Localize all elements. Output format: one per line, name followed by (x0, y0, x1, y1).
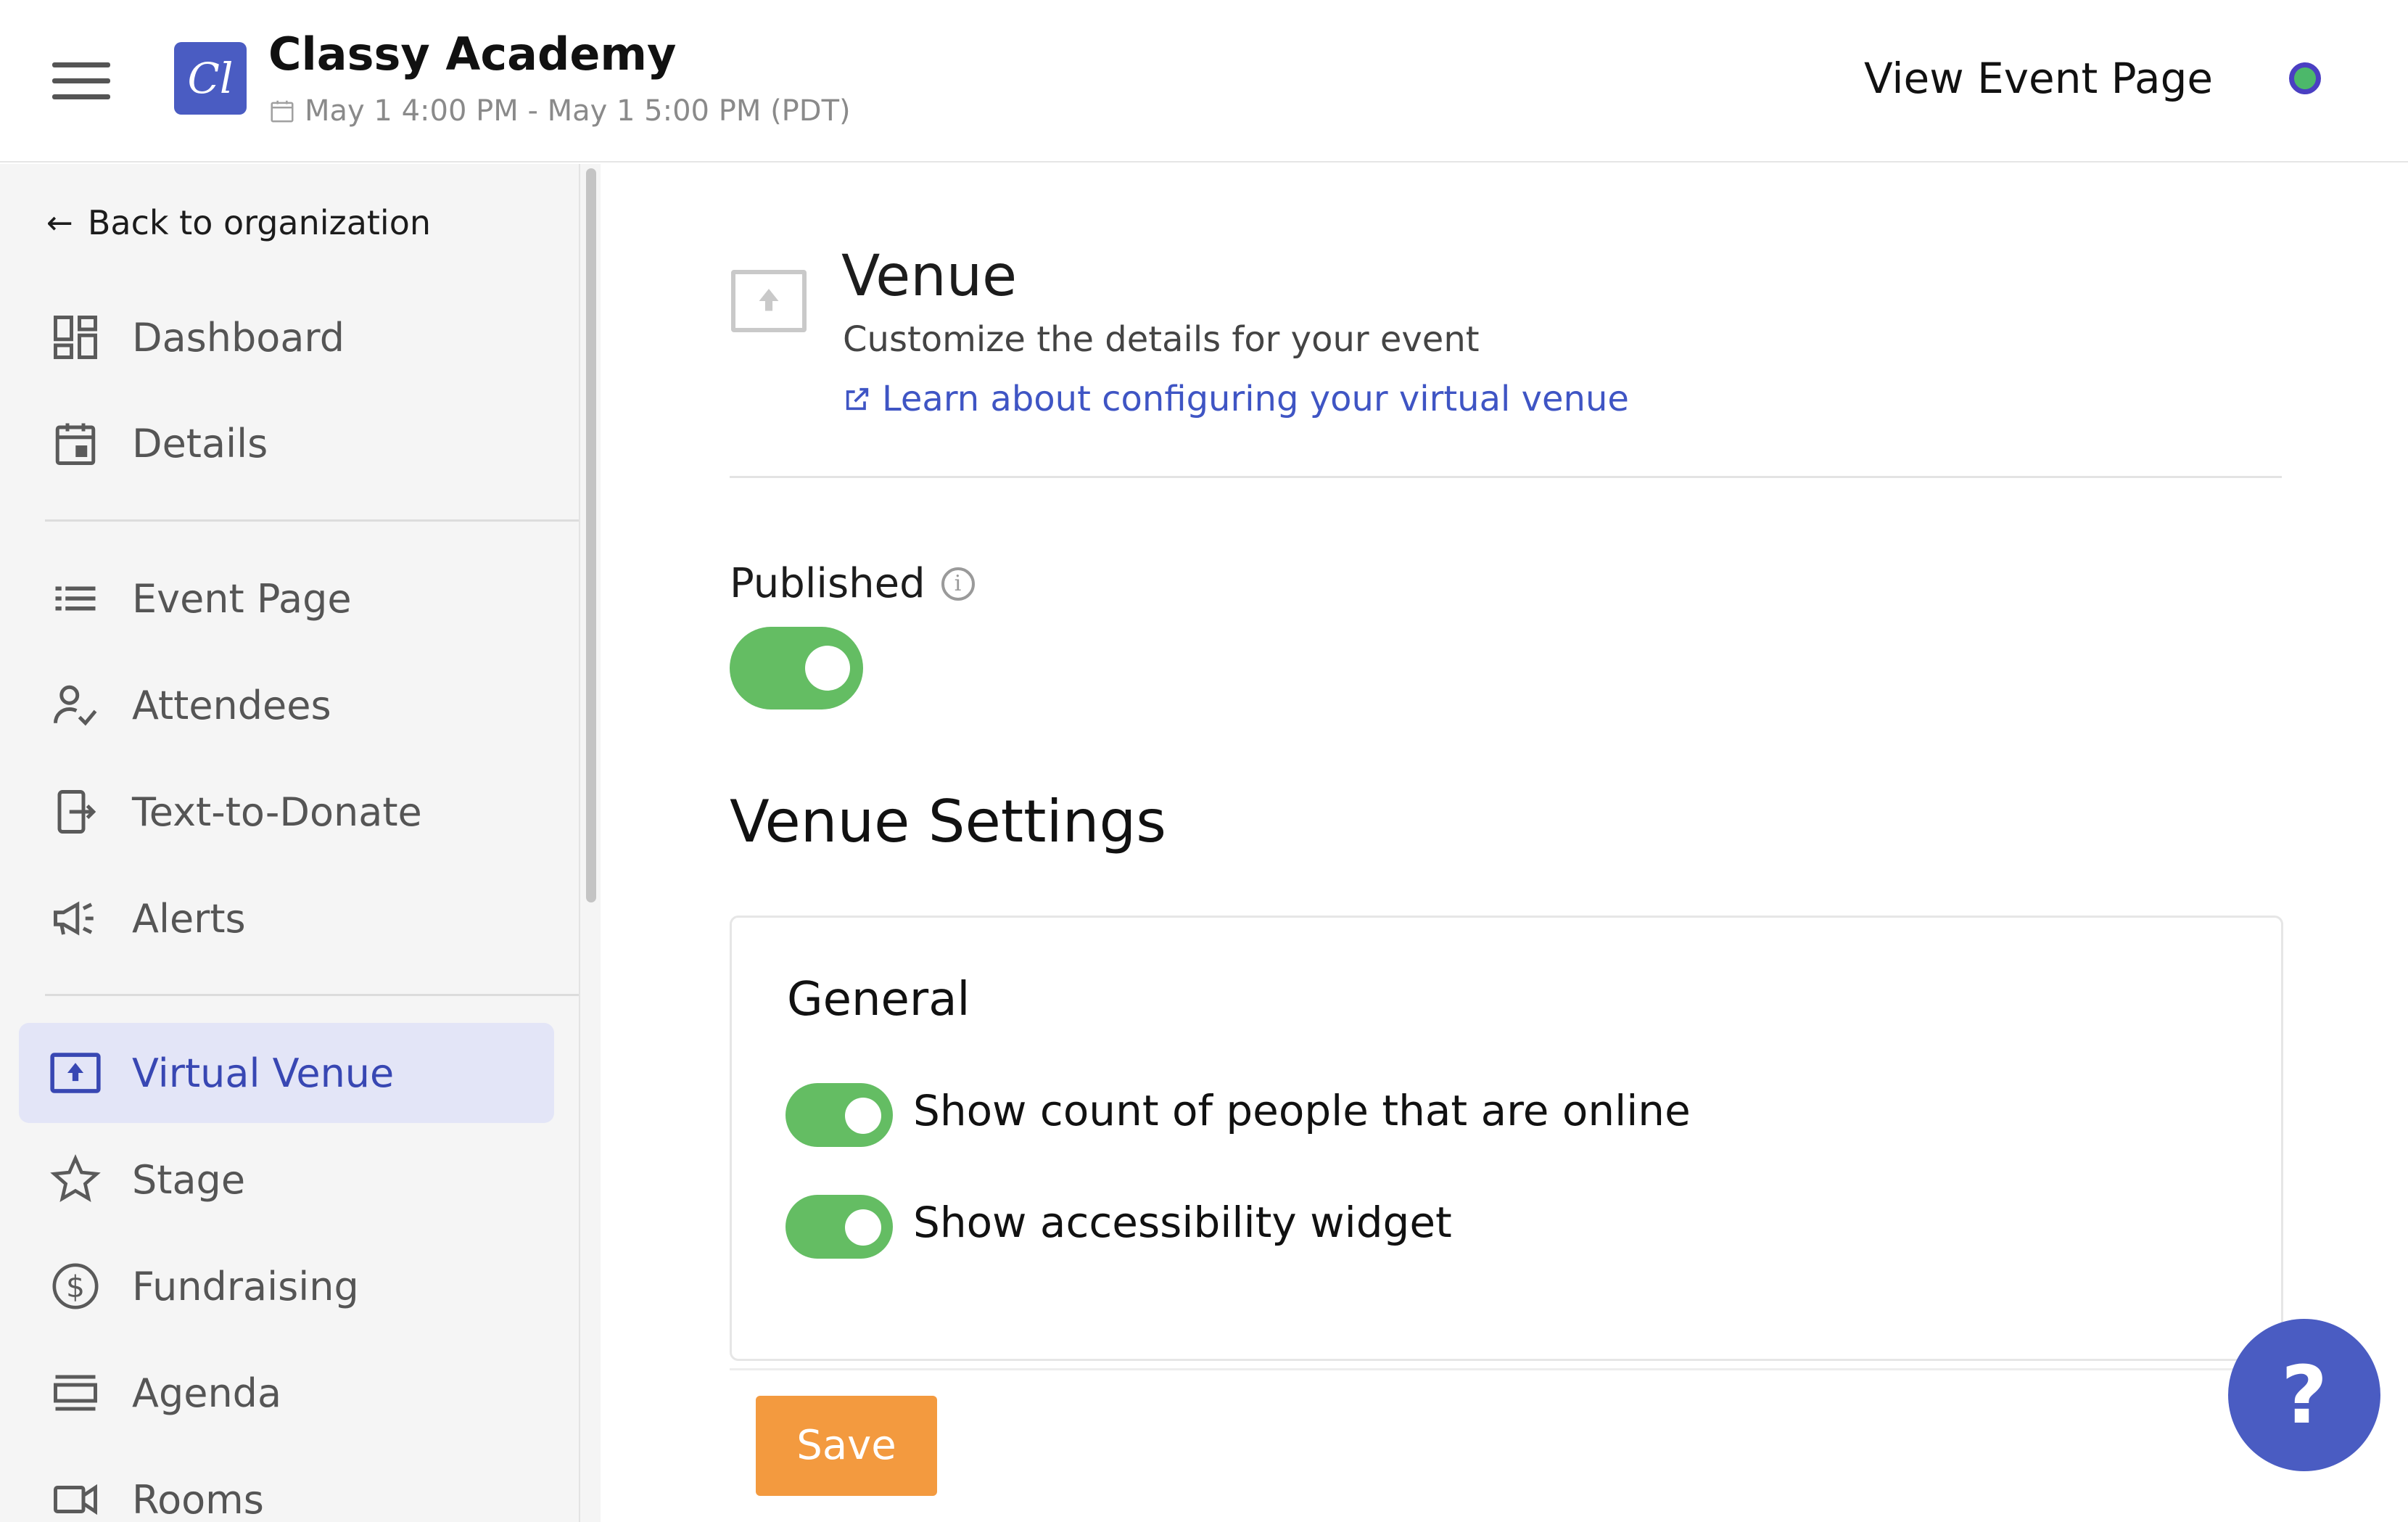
sidebar-item-virtual-venue[interactable]: Virtual Venue (19, 1023, 554, 1123)
sidebar-item-rooms[interactable]: Rooms (19, 1449, 554, 1522)
toggle-knob (805, 646, 850, 691)
sidebar-item-label: Text-to-Donate (132, 789, 422, 835)
toggle-knob (845, 1209, 881, 1246)
megaphone-icon (49, 892, 102, 945)
general-heading: General (787, 973, 970, 1027)
sidebar-item-label: Details (132, 420, 268, 466)
dollar-icon: $ (49, 1260, 102, 1312)
sidebar-item-stage[interactable]: Stage (19, 1130, 554, 1230)
sidebar-item-label: Rooms (132, 1476, 264, 1522)
calendar-small-icon (271, 100, 294, 123)
info-icon[interactable]: i (941, 567, 975, 601)
sidebar-item-event-page[interactable]: Event Page (19, 548, 554, 649)
sidebar: ← Back to organization Dashboard Details… (0, 164, 580, 1522)
venue-settings-heading: Venue Settings (730, 788, 1166, 855)
venue-upload-icon (731, 270, 807, 332)
video-camera-icon (49, 1473, 102, 1522)
sidebar-item-label: Alerts (132, 895, 246, 942)
sidebar-item-label: Event Page (132, 575, 352, 622)
help-button[interactable]: ? (2228, 1319, 2380, 1471)
published-label: Published i (730, 560, 975, 607)
sidebar-item-label: Attendees (132, 682, 331, 728)
sidebar-item-label: Agenda (132, 1370, 282, 1416)
online-count-label: Show count of people that are online (913, 1086, 1691, 1135)
page-title: Venue (841, 244, 1018, 309)
save-button[interactable]: Save (756, 1396, 937, 1496)
list-icon (49, 572, 102, 625)
dashboard-icon (49, 311, 102, 363)
status-indicator-icon (2289, 62, 2321, 94)
upload-screen-icon (49, 1047, 102, 1099)
svg-text:$: $ (66, 1270, 85, 1304)
sidebar-item-label: Virtual Venue (132, 1050, 395, 1096)
learn-more-link[interactable]: Learn about configuring your virtual ven… (843, 379, 1629, 419)
learn-more-text: Learn about configuring your virtual ven… (882, 379, 1629, 419)
back-to-organization-link[interactable]: ← Back to organization (46, 203, 431, 242)
sidebar-scrollbar-thumb[interactable] (586, 168, 596, 902)
organization-name: Classy Academy (268, 28, 677, 81)
save-bar-divider (730, 1368, 2283, 1370)
top-header: Cl Classy Academy May 1 4:00 PM - May 1 … (0, 0, 2408, 163)
accessibility-widget-label: Show accessibility widget (913, 1198, 1452, 1247)
arrow-left-icon: ← (46, 204, 73, 242)
sidebar-item-label: Dashboard (132, 314, 345, 361)
external-link-icon (846, 387, 869, 411)
sidebar-item-fundraising[interactable]: $ Fundraising (19, 1236, 554, 1336)
accessibility-widget-toggle[interactable] (786, 1195, 893, 1259)
sidebar-item-label: Fundraising (132, 1263, 359, 1309)
published-toggle[interactable] (730, 627, 863, 709)
sidebar-item-attendees[interactable]: Attendees (19, 655, 554, 755)
sidebar-item-label: Stage (132, 1156, 246, 1203)
menu-icon[interactable] (52, 62, 110, 100)
agenda-icon (49, 1367, 102, 1419)
sidebar-item-agenda[interactable]: Agenda (19, 1343, 554, 1443)
view-event-page-link[interactable]: View Event Page (1864, 54, 2213, 103)
event-dates-text: May 1 4:00 PM - May 1 5:00 PM (PDT) (305, 94, 851, 128)
classy-logo[interactable]: Cl (174, 42, 247, 115)
sidebar-item-dashboard[interactable]: Dashboard (19, 287, 554, 387)
phone-share-icon (49, 786, 102, 838)
published-label-text: Published (730, 560, 925, 607)
back-label: Back to organization (87, 203, 431, 242)
general-settings-card: General Show count of people that are on… (730, 916, 2283, 1361)
page-subtitle: Customize the details for your event (843, 319, 1480, 360)
event-dates: May 1 4:00 PM - May 1 5:00 PM (PDT) (268, 94, 851, 128)
person-check-icon (49, 679, 102, 731)
sidebar-divider (45, 994, 579, 996)
online-count-toggle[interactable] (786, 1083, 893, 1147)
sidebar-item-alerts[interactable]: Alerts (19, 868, 554, 968)
calendar-icon (49, 417, 102, 469)
sidebar-item-details[interactable]: Details (19, 393, 554, 493)
sidebar-divider (45, 519, 579, 522)
header-divider (730, 476, 2282, 478)
sidebar-item-text-to-donate[interactable]: Text-to-Donate (19, 762, 554, 862)
toggle-knob (845, 1098, 881, 1134)
star-icon (49, 1153, 102, 1206)
